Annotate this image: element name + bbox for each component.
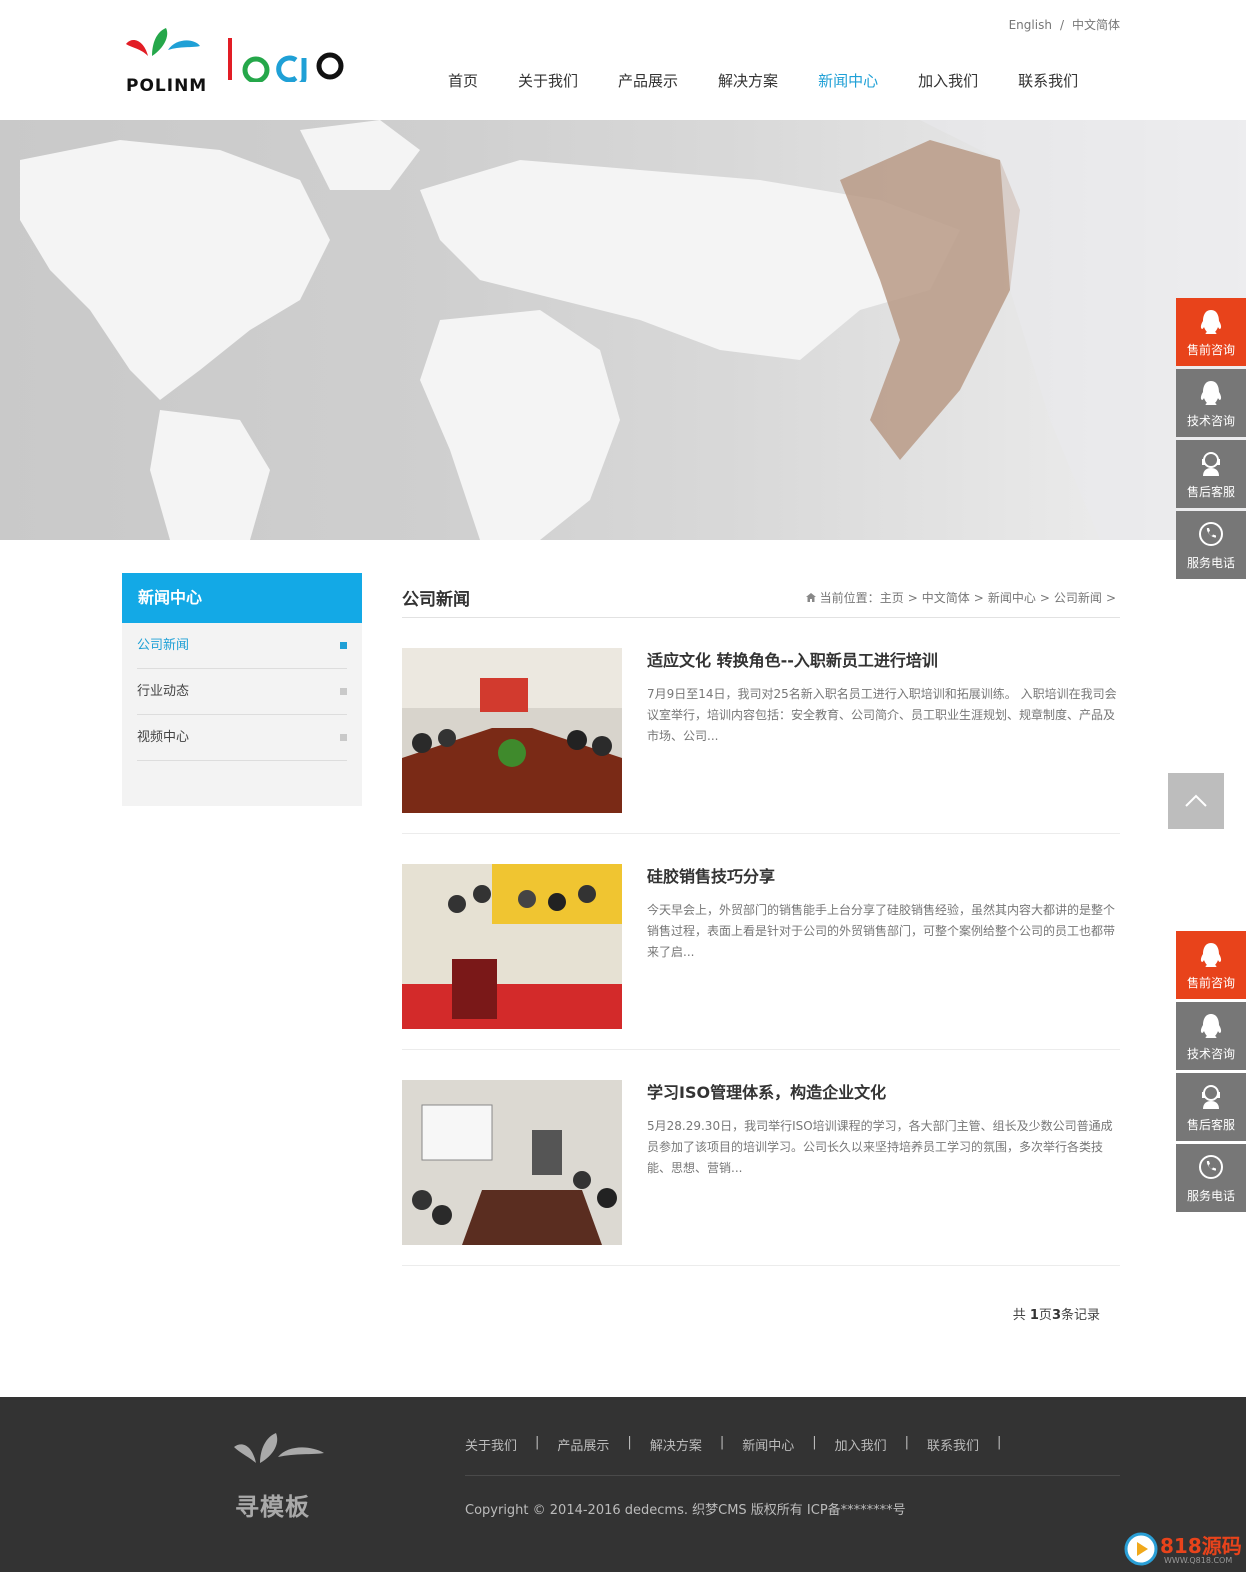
footer-logo-text: 寻模板 [235,1493,310,1521]
source-badge[interactable]: 818源码 WWW.Q818.COM [1124,1528,1242,1568]
footer-logo-mark [234,1433,324,1463]
breadcrumb-prefix: 当前位置： [819,591,880,605]
nav-news[interactable]: 新闻中心 [818,70,878,91]
aftersale-service-button[interactable]: 售后客服 [1176,440,1246,508]
service-label: 售后客服 [1186,485,1235,499]
service-label: 售前咨询 [1186,976,1235,990]
breadcrumb-news[interactable]: 新闻中心 [988,591,1036,605]
sidebar-item-label: 行业动态 [137,684,190,699]
nav-solutions[interactable]: 解决方案 [718,70,778,91]
nav-products[interactable]: 产品展示 [618,70,678,91]
phone-icon [1199,1155,1223,1179]
main-nav: 首页 关于我们 产品展示 解决方案 新闻中心 加入我们 联系我们 [448,70,1118,91]
tech-consult-button[interactable]: 技术咨询 [1176,1002,1246,1070]
home-icon [805,593,816,602]
nav-home[interactable]: 首页 [448,70,478,91]
copyright: Copyright © 2014-2016 dedecms. 织梦CMS 版权所… [465,1503,906,1518]
headset-icon [1202,1085,1220,1109]
sidebar-title: 新闻中心 [122,573,362,623]
service-label: 服务电话 [1186,556,1235,570]
news-thumbnail[interactable] [402,648,622,813]
lang-separator: / [1059,18,1064,32]
news-title[interactable]: 适应文化 转换角色--入职新员工进行培训 [647,647,938,671]
presale-consult-button[interactable]: 售前咨询 [1176,931,1246,999]
qq-icon [1200,943,1222,967]
footer-link-products[interactable]: 产品展示 [557,1435,609,1454]
page-count: 1 [1029,1308,1039,1323]
language-switcher: English / 中文简体 [1009,16,1120,33]
lang-chinese[interactable]: 中文简体 [1072,18,1120,32]
breadcrumb-home[interactable]: 主页 [880,591,904,605]
service-label: 技术咨询 [1186,1047,1235,1061]
arrow-icon [340,688,347,695]
news-summary: 5月28.29.30日，我司举行ISO培训课程的学习，各大部门主管、组长及少数公… [647,1119,1113,1175]
footer-divider [465,1475,1120,1476]
footer: 寻模板 关于我们 | 产品展示 | 解决方案 | 新闻中心 | 加入我们 | 联系我们 | … [0,1397,1246,1572]
news-title[interactable]: 硅胶销售技巧分享 [647,863,775,887]
breadcrumb-company-news[interactable]: 公司新闻 [1054,591,1102,605]
badge-url: WWW.Q818.COM [1164,1556,1233,1565]
arrow-icon [340,642,347,649]
phone-icon [1199,522,1223,546]
sidebar-item-industry[interactable]: 行业动态 [137,669,347,715]
service-label: 售后客服 [1186,1118,1235,1132]
sidebar-item-video[interactable]: 视频中心 [137,715,347,761]
footer-link-solutions[interactable]: 解决方案 [650,1435,702,1454]
record-count: 3 [1051,1308,1061,1323]
service-label: 服务电话 [1186,1189,1235,1203]
presale-consult-button[interactable]: 售前咨询 [1176,298,1246,366]
service-label: 售前咨询 [1186,343,1235,357]
service-label: 技术咨询 [1186,414,1235,428]
play-icon [1124,1532,1158,1566]
arrow-icon [340,734,347,741]
sidebar-item-label: 公司新闻 [137,638,190,653]
nav-contact[interactable]: 联系我们 [1018,70,1078,91]
news-summary: 今天早会上，外贸部门的销售能手上台分享了硅胶销售经验，虽然其内容大都讲的是整个销… [647,903,1116,959]
footer-nav: 关于我们 | 产品展示 | 解决方案 | 新闻中心 | 加入我们 | 联系我们 | [465,1435,1002,1454]
pagination-info: 共 1页3条记录 [1012,1308,1100,1323]
footer-link-about[interactable]: 关于我们 [465,1435,517,1454]
service-phone-button[interactable]: 服务电话 [1176,1144,1246,1212]
headset-icon [1202,452,1220,476]
footer-link-news[interactable]: 新闻中心 [742,1435,794,1454]
qq-icon [1200,310,1222,334]
news-thumbnail[interactable] [402,1080,622,1245]
logo[interactable]: POLINM [122,26,352,96]
nav-join[interactable]: 加入我们 [918,70,978,91]
qq-icon [1200,1014,1222,1038]
header: POLINM English / 中文简体 首页 关于我们 产品展示 解决方案 新闻… [0,0,1246,120]
news-item: 硅胶销售技巧分享 今天早会上，外贸部门的销售能手上台分享了硅胶销售经验，虽然其内… [402,834,1120,1050]
logo-mark [126,28,344,88]
footer-link-contact[interactable]: 联系我们 [927,1435,979,1454]
qq-icon [1200,381,1222,405]
service-bar-top: 售前咨询 技术咨询 售后客服 服务电话 [1176,298,1246,582]
content-header: 公司新闻 当前位置：主页 > 中文简体 > 新闻中心 > 公司新闻 > [402,574,1120,618]
world-map-image [20,120,1246,540]
aftersale-service-button[interactable]: 售后客服 [1176,1073,1246,1141]
sidebar-item-label: 视频中心 [137,730,190,745]
sidebar-item-company-news[interactable]: 公司新闻 [137,623,347,669]
main-content: 公司新闻 当前位置：主页 > 中文简体 > 新闻中心 > 公司新闻 > 适应文化 转换角色--… [402,574,1120,1266]
service-phone-button[interactable]: 服务电话 [1176,511,1246,579]
service-bar-bottom: 售前咨询 技术咨询 售后客服 服务电话 [1176,931,1246,1215]
nav-about[interactable]: 关于我们 [518,70,578,91]
news-title[interactable]: 学习ISO管理体系，构造企业文化 [647,1079,886,1103]
page-title: 公司新闻 [402,590,470,610]
news-summary: 7月9日至14日，我司对25名新入职名员工进行入职培训和拓展训练。 入职培训在我… [647,687,1117,743]
tech-consult-button[interactable]: 技术咨询 [1176,369,1246,437]
breadcrumb-lang[interactable]: 中文简体 [922,591,970,605]
footer-logo[interactable]: 寻模板 [230,1427,330,1521]
news-item: 学习ISO管理体系，构造企业文化 5月28.29.30日，我司举行ISO培训课程… [402,1050,1120,1266]
back-to-top-button[interactable] [1168,773,1224,829]
news-thumbnail[interactable] [402,864,622,1029]
sidebar: 新闻中心 公司新闻 行业动态 视频中心 [122,573,362,806]
chevron-up-icon [1185,794,1207,807]
badge-title: 818源码 [1160,1534,1242,1558]
logo-text: POLINM [126,76,208,96]
breadcrumb: 当前位置：主页 > 中文简体 > 新闻中心 > 公司新闻 > [805,589,1120,606]
news-item: 适应文化 转换角色--入职新员工进行培训 7月9日至14日，我司对25名新入职名… [402,618,1120,834]
hero-banner [0,120,1246,540]
footer-link-join[interactable]: 加入我们 [835,1435,887,1454]
lang-english[interactable]: English [1009,18,1052,32]
